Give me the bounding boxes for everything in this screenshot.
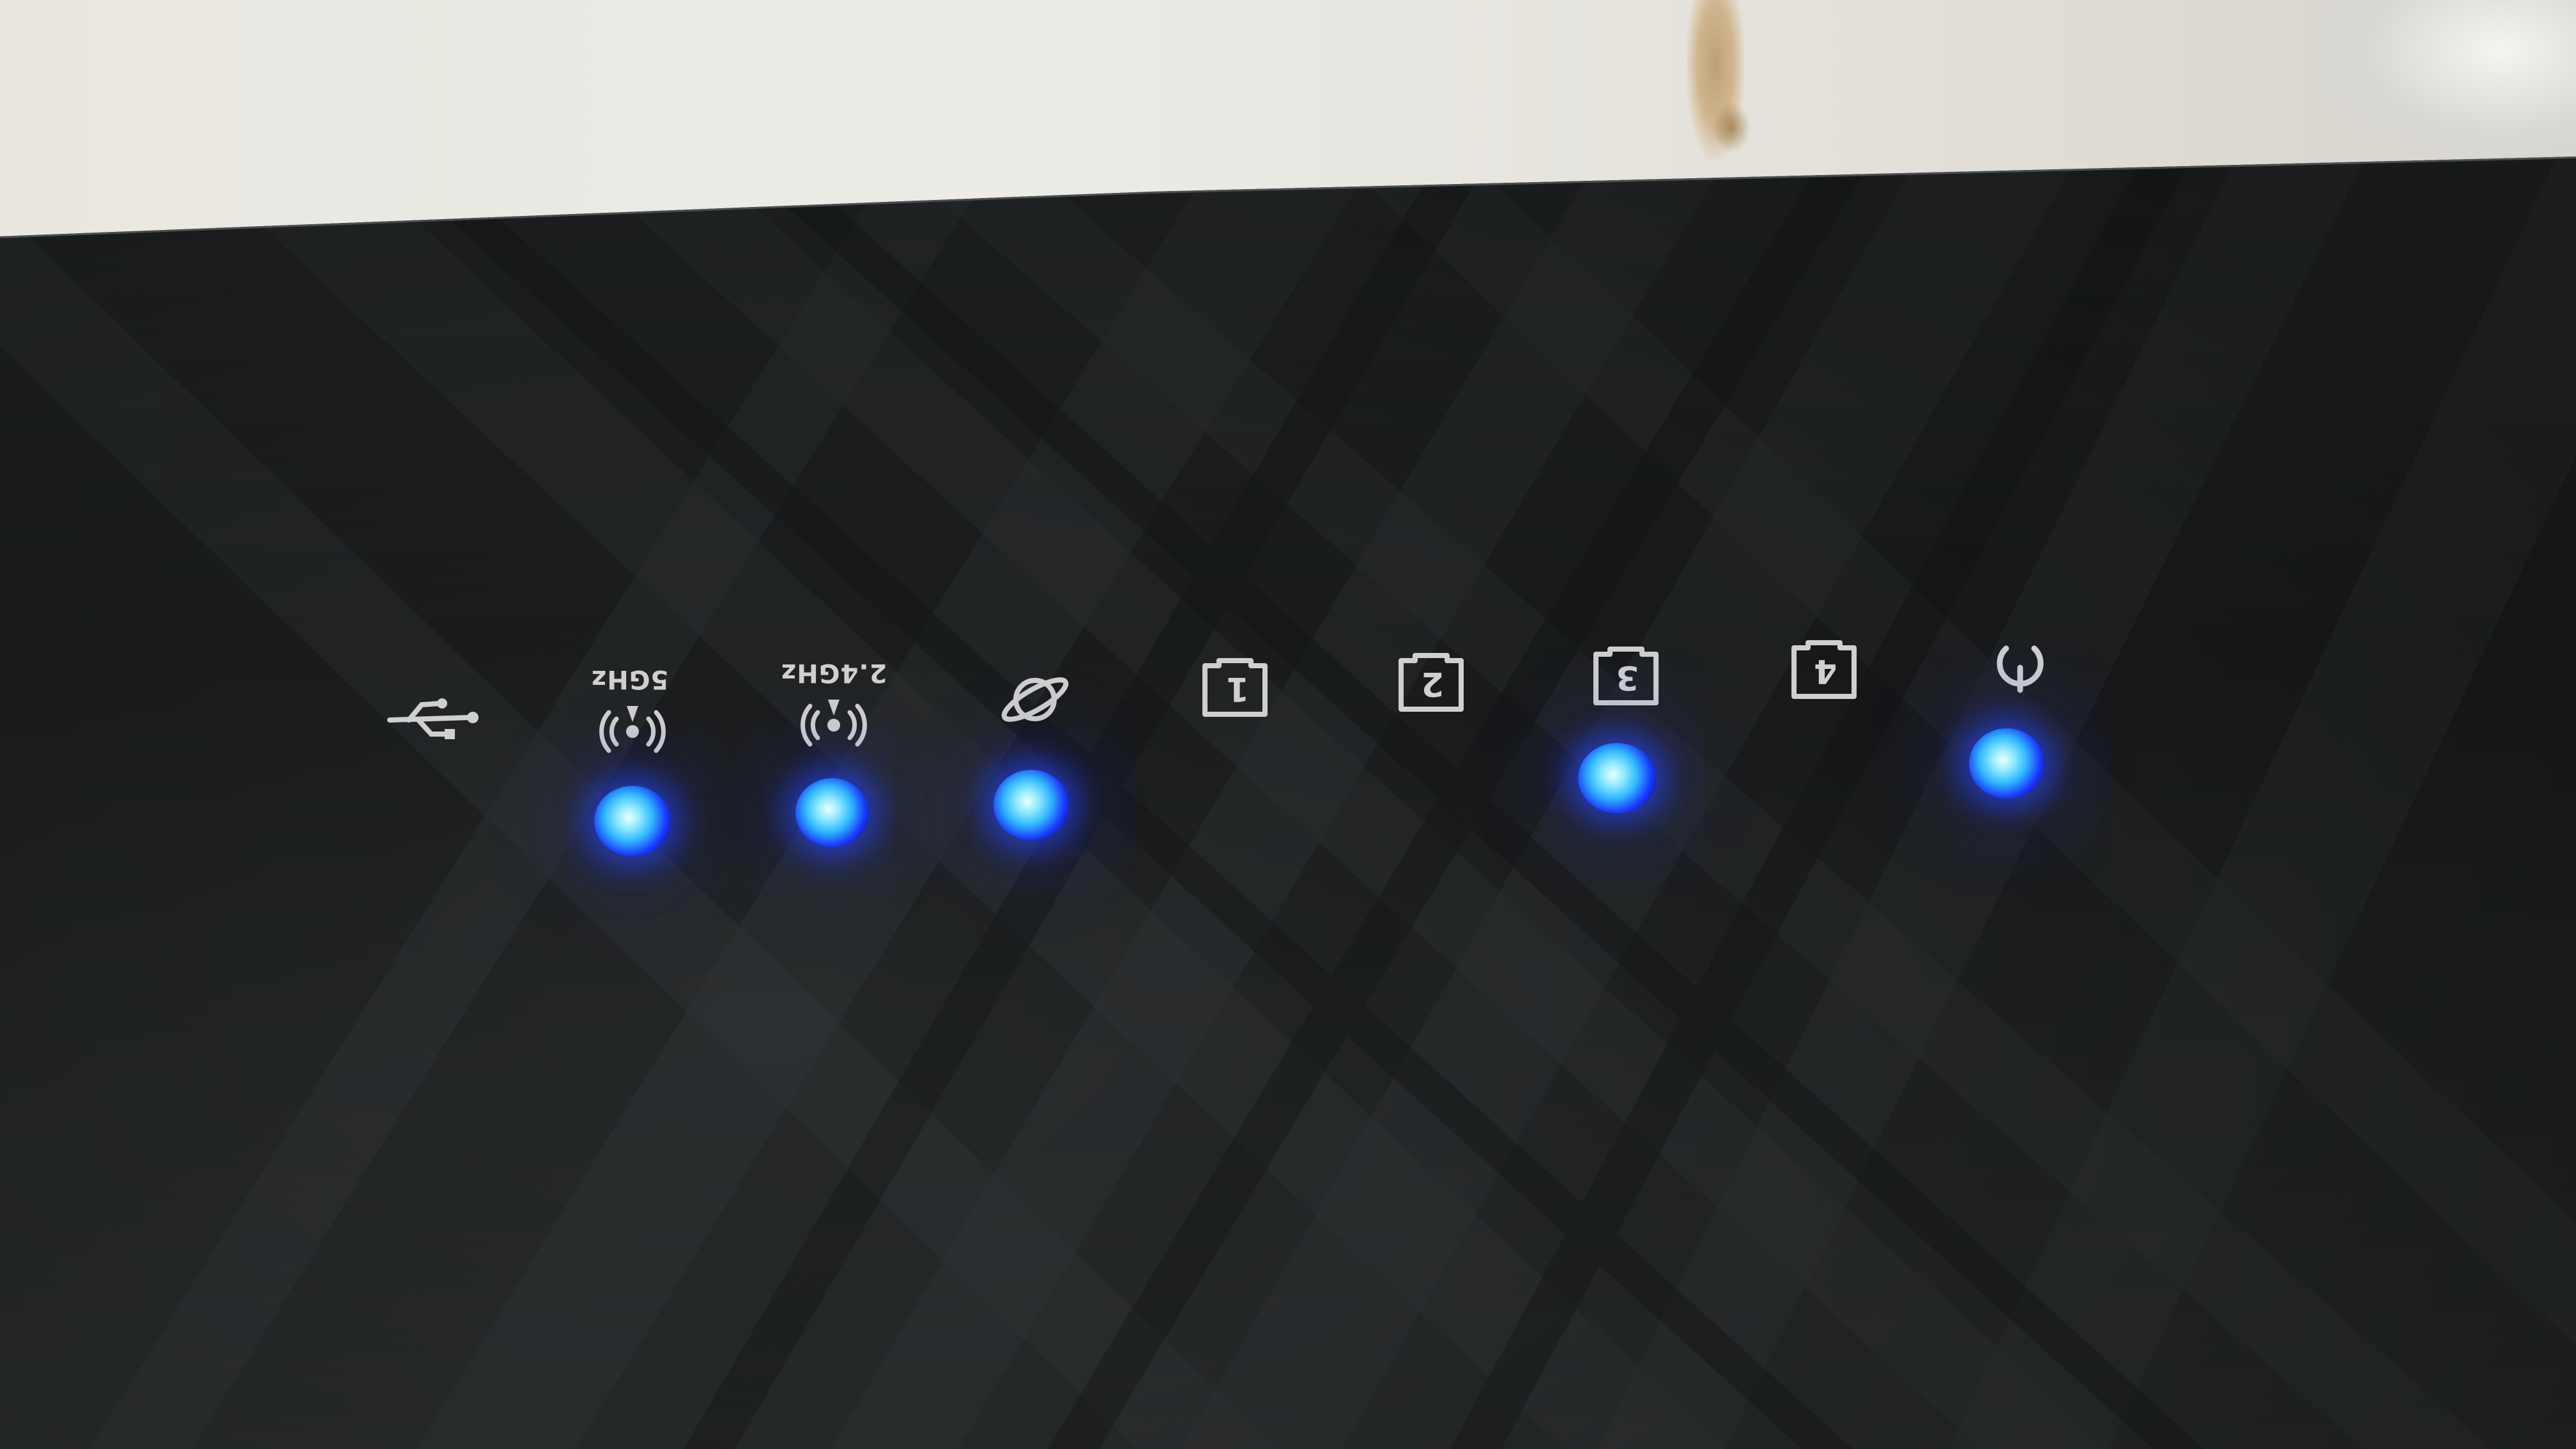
usb-icon — [383, 693, 479, 744]
led-lan-3 — [1578, 743, 1656, 813]
router-photo: 5GHz 2.4GHz 1 2 3 4 — [0, 0, 2576, 1449]
power-icon — [1988, 629, 2052, 693]
lan-port-3-icon: 3 — [1591, 647, 1661, 707]
band-24ghz-label: 2.4GHz — [781, 658, 887, 687]
lan-port-4-number: 4 — [1813, 652, 1837, 690]
band-5ghz-label: 5GHz — [591, 664, 669, 694]
lan-port-2-number: 2 — [1420, 664, 1445, 703]
lan-port-4-icon: 4 — [1789, 640, 1859, 701]
wifi-5ghz-icon — [597, 693, 668, 763]
led-wifi-5ghz — [594, 786, 671, 856]
led-internet — [993, 770, 1069, 840]
led-power — [1969, 728, 2044, 799]
wifi-2-4ghz-icon — [799, 687, 869, 757]
lan-port-1-number: 1 — [1225, 670, 1250, 708]
lan-port-2-icon: 2 — [1396, 653, 1466, 714]
internet-planet-icon — [997, 664, 1073, 735]
lan-port-1-icon: 1 — [1200, 658, 1270, 719]
led-wifi-2-4ghz — [795, 778, 869, 847]
lan-port-3-number: 3 — [1615, 658, 1639, 696]
